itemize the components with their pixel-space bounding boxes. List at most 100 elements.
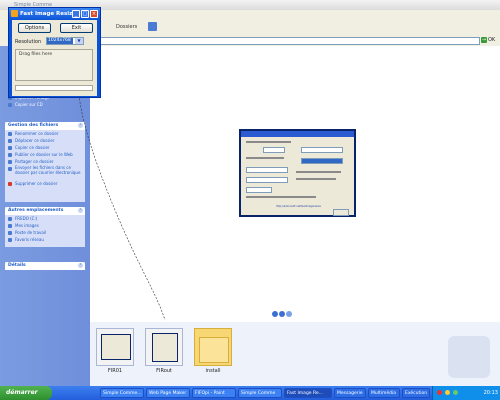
place-link-computer[interactable]: Poste de travail — [5, 229, 85, 236]
viewer-controls — [272, 311, 296, 319]
close-button[interactable]: × — [90, 10, 98, 18]
drop-zone[interactable]: Drag files here — [15, 49, 93, 81]
preview-line — [246, 141, 291, 143]
preview-field — [246, 187, 272, 193]
thumbnail-image — [152, 333, 178, 362]
preview-line — [246, 196, 316, 198]
task-link-publish[interactable]: Publier ce dossier sur le Web — [5, 151, 85, 158]
preview-field — [246, 177, 288, 183]
fir-body: Options Exit Resolution 1024x768 ▼ Drag … — [12, 20, 97, 96]
fir-titlebar[interactable]: Fast Image Resize _ □ × — [9, 8, 100, 20]
file-tasks-header[interactable]: Gestion des fichiers ˄ — [5, 122, 85, 130]
address-input[interactable] — [98, 37, 480, 45]
chevron-up-icon[interactable]: ˄ — [78, 208, 83, 213]
network-icon — [8, 237, 12, 242]
preview-line — [296, 171, 341, 173]
taskbar-button[interactable]: Web Page Maker — [146, 388, 190, 398]
preview-button — [333, 209, 349, 216]
task-link-share[interactable]: Partager ce dossier — [5, 158, 85, 165]
copy-icon — [8, 145, 12, 150]
taskbar-button[interactable]: Messagerie — [334, 388, 366, 398]
previous-icon[interactable] — [272, 311, 278, 317]
chevron-down-icon[interactable]: ▼ — [75, 38, 83, 44]
cd-icon — [8, 102, 12, 107]
place-link-images[interactable]: Mes images — [5, 222, 85, 229]
chevron-up-icon[interactable]: ˄ — [78, 123, 83, 128]
other-places-header[interactable]: Autres emplacements ˄ — [5, 207, 85, 215]
resolution-select[interactable]: 1024x768 ▼ — [46, 37, 84, 45]
folders-button[interactable]: Dossiers — [116, 22, 137, 32]
taskbar-button[interactable]: Simple Comme... — [100, 388, 144, 398]
folders-label: Dossiers — [116, 24, 138, 30]
fir-title: Fast Image Resize — [20, 11, 77, 17]
computer-icon — [8, 230, 12, 235]
chevron-down-icon[interactable]: ˅ — [78, 263, 83, 268]
exit-button[interactable]: Exit — [60, 23, 93, 33]
minimize-button[interactable]: _ — [72, 10, 80, 18]
other-places-panel: Autres emplacements ˄ FREDO (C:) Mes ima… — [5, 207, 85, 247]
system-tray: 20:13 — [432, 386, 500, 400]
go-label: OK — [488, 37, 496, 43]
clock[interactable]: 20:13 — [484, 386, 498, 400]
thumbnail-fir01[interactable] — [96, 328, 134, 366]
progress-bar — [15, 85, 93, 91]
drive-icon — [8, 216, 12, 221]
options-button[interactable]: Options — [18, 23, 51, 33]
details-header[interactable]: Détails ˅ — [5, 262, 85, 270]
folder-icon — [199, 337, 229, 363]
file-tasks-panel: Gestion des fichiers ˄ Renommer ce dossi… — [5, 122, 85, 202]
move-icon — [8, 138, 12, 143]
thumbnail-label: install — [205, 368, 221, 374]
app-icon — [11, 10, 18, 17]
thumbnail-firout[interactable] — [145, 328, 183, 366]
preview-line — [296, 178, 336, 180]
thumbnail-label: FIRout — [156, 368, 172, 374]
delete-icon — [8, 181, 12, 186]
views-icon[interactable] — [148, 22, 157, 31]
resolution-value: 1024x768 — [47, 38, 73, 44]
thumbnail-label: FIR01 — [107, 368, 123, 374]
preview-line — [246, 157, 284, 159]
taskbar-button-active[interactable]: Fast Image Re... — [284, 388, 332, 398]
task-link-copy-cd[interactable]: Copier sur CD — [5, 101, 85, 108]
taskbar: démarrer Simple Comme... Web Page Maker … — [0, 386, 500, 400]
thumbnail-image — [101, 334, 131, 360]
taskbar-button[interactable]: Multimédia — [368, 388, 400, 398]
task-link-rename[interactable]: Renommer ce dossier — [5, 130, 85, 137]
go-arrow-icon: → — [481, 37, 487, 43]
preview-field — [263, 147, 285, 153]
task-link-email[interactable]: Envoyer les fichiers dans ce dossier par… — [5, 165, 85, 180]
task-link-copy[interactable]: Copier ce dossier — [5, 144, 85, 151]
taskbar-button[interactable]: Simple Comme — [238, 388, 282, 398]
drop-label: Drag files here — [19, 52, 53, 57]
maximize-button[interactable]: □ — [81, 10, 89, 18]
taskbar-button[interactable]: FIFOpi - Paint — [192, 388, 236, 398]
task-link-move[interactable]: Déplacer ce dossier — [5, 137, 85, 144]
fast-image-resize-window: Fast Image Resize _ □ × Options Exit Res… — [8, 7, 101, 98]
share-icon — [8, 159, 12, 164]
preview-field — [301, 147, 343, 153]
next-icon[interactable] — [279, 311, 285, 317]
preview-field — [301, 158, 343, 164]
tray-icon[interactable] — [437, 390, 442, 395]
start-button[interactable]: démarrer — [0, 386, 52, 400]
thumbnail-install[interactable] — [194, 328, 232, 366]
taskbar-button[interactable]: Exécution — [402, 388, 430, 398]
go-button[interactable]: → OK — [481, 36, 495, 44]
place-link-drive[interactable]: FREDO (C:) — [5, 215, 85, 222]
tray-icon[interactable] — [453, 390, 458, 395]
folder-icon — [8, 223, 12, 228]
folder-watermark-icon — [448, 336, 490, 378]
image-preview: http://adionsoft.net/fastimageresize — [239, 129, 356, 217]
rotate-icon[interactable] — [286, 311, 292, 317]
tray-icon[interactable] — [445, 390, 450, 395]
details-panel: Détails ˅ — [5, 262, 85, 270]
web-icon — [8, 152, 12, 157]
place-link-network[interactable]: Favoris réseau — [5, 236, 85, 243]
preview-titlebar — [241, 131, 354, 137]
task-link-delete[interactable]: Supprimer ce dossier — [5, 180, 85, 187]
resolution-label: Resolution — [15, 39, 42, 45]
preview-field — [246, 167, 288, 173]
mail-icon — [8, 166, 12, 171]
rename-icon — [8, 131, 12, 136]
